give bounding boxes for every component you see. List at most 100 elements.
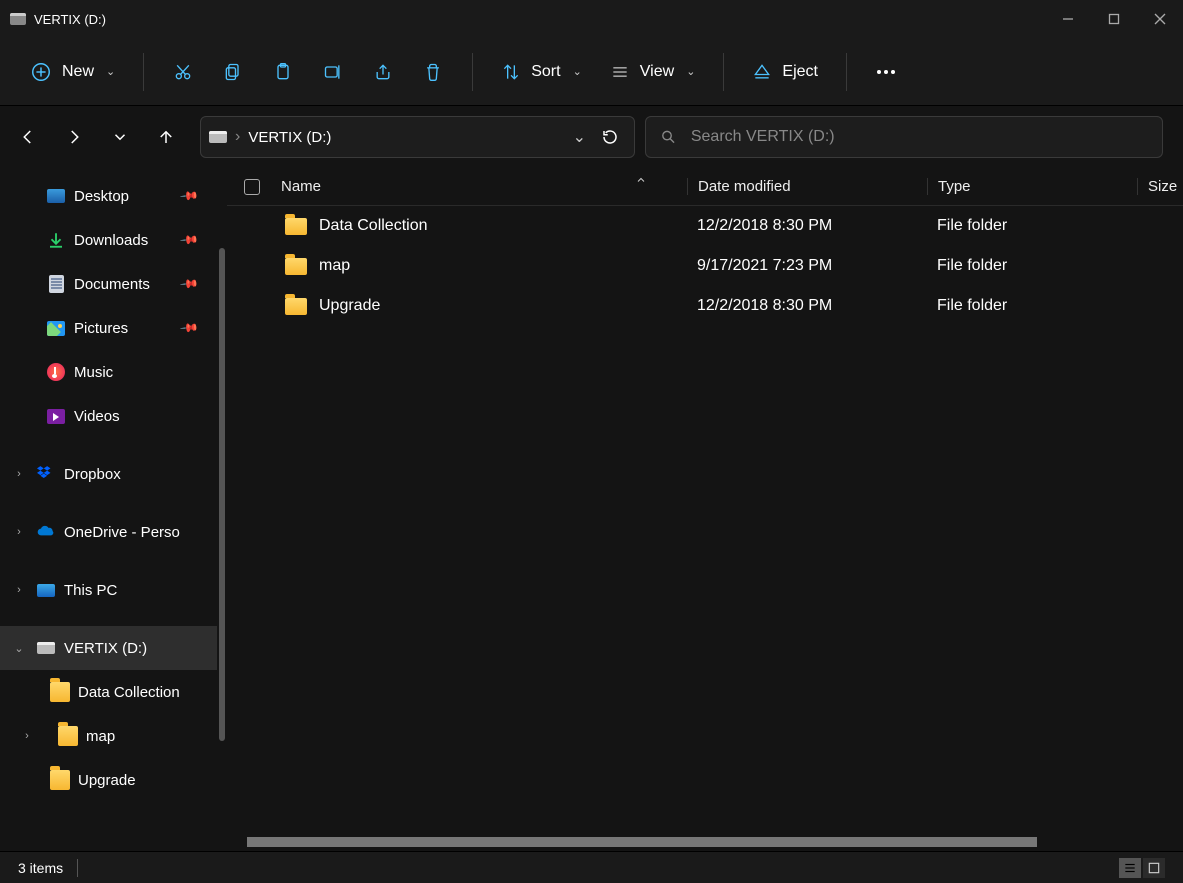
share-button[interactable] [360, 52, 406, 92]
search-box[interactable] [645, 116, 1163, 158]
toolbar: New ⌄ Sort ⌄ View ⌄ Eject [0, 38, 1183, 106]
search-icon [660, 128, 677, 146]
breadcrumb[interactable]: VERTIX (D:) [248, 129, 331, 146]
sidebar-item-datacollection[interactable]: Data Collection [0, 670, 217, 714]
maximize-button[interactable] [1091, 0, 1137, 38]
select-all-checkbox[interactable] [227, 179, 277, 195]
pin-icon: 📌 [179, 230, 199, 250]
sidebar-item-videos[interactable]: Videos [0, 394, 217, 438]
file-row[interactable]: map 9/17/2021 7:23 PM File folder [227, 246, 1183, 286]
expand-icon[interactable]: › [10, 526, 28, 538]
breadcrumb-separator: › [235, 128, 240, 146]
chevron-down-icon: ⌄ [573, 65, 582, 78]
chevron-down-icon: ⌄ [106, 65, 115, 78]
address-dropdown-icon[interactable]: ⌄ [573, 127, 586, 147]
column-header-row: Name Date modified Type Size [227, 168, 1183, 206]
more-icon [877, 70, 895, 74]
pin-icon: 📌 [179, 318, 199, 338]
refresh-button[interactable] [594, 117, 626, 157]
expand-icon[interactable]: › [10, 584, 28, 596]
eject-label: Eject [782, 63, 818, 81]
videos-icon [46, 406, 66, 426]
new-label: New [62, 63, 94, 81]
file-row[interactable]: Data Collection 12/2/2018 8:30 PM File f… [227, 206, 1183, 246]
column-header-name[interactable]: Name [277, 178, 687, 195]
close-button[interactable] [1137, 0, 1183, 38]
new-button[interactable]: New ⌄ [18, 52, 127, 92]
drive-icon [36, 638, 56, 658]
address-bar[interactable]: › VERTIX (D:) ⌄ [200, 116, 635, 158]
pictures-icon [46, 318, 66, 338]
rename-button[interactable] [310, 52, 356, 92]
up-button[interactable] [146, 117, 186, 157]
column-header-size[interactable]: Size [1137, 178, 1183, 195]
horizontal-scrollbar[interactable] [227, 833, 1183, 851]
paste-button[interactable] [260, 52, 306, 92]
minimize-button[interactable] [1045, 0, 1091, 38]
file-name: Upgrade [319, 297, 380, 315]
drive-icon [10, 13, 26, 25]
onedrive-icon [36, 522, 56, 542]
file-name: map [319, 257, 350, 275]
thumbnails-view-button[interactable] [1143, 858, 1165, 878]
sidebar-item-pictures[interactable]: Pictures 📌 [0, 306, 217, 350]
sidebar-item-documents[interactable]: Documents 📌 [0, 262, 217, 306]
more-button[interactable] [863, 52, 909, 92]
forward-button[interactable] [54, 117, 94, 157]
file-list: Name Date modified Type Size Data Collec… [227, 168, 1183, 851]
chevron-down-icon: ⌄ [686, 65, 695, 78]
titlebar: VERTIX (D:) [0, 0, 1183, 38]
sort-label: Sort [531, 63, 560, 81]
sidebar-item-downloads[interactable]: Downloads 📌 [0, 218, 217, 262]
sidebar-item-vertix[interactable]: ⌄ VERTIX (D:) [0, 626, 217, 670]
pin-icon: 📌 [179, 186, 199, 206]
back-button[interactable] [8, 117, 48, 157]
collapse-icon[interactable]: ⌄ [10, 642, 28, 655]
status-text: 3 items [18, 860, 63, 876]
sidebar: Desktop 📌 Downloads 📌 Documents 📌 Pictur… [0, 168, 227, 851]
sort-asc-icon [635, 174, 647, 186]
documents-icon [46, 274, 66, 294]
sidebar-item-music[interactable]: Music [0, 350, 217, 394]
folder-icon [285, 258, 307, 275]
sidebar-item-map[interactable]: › map [0, 714, 217, 758]
navigation-row: › VERTIX (D:) ⌄ [0, 106, 1183, 168]
column-header-type[interactable]: Type [927, 178, 1137, 195]
folder-icon [58, 726, 78, 746]
sidebar-item-dropbox[interactable]: › Dropbox [0, 452, 217, 496]
file-date: 12/2/2018 8:30 PM [687, 297, 927, 315]
view-label: View [640, 63, 674, 81]
delete-button[interactable] [410, 52, 456, 92]
details-view-button[interactable] [1119, 858, 1141, 878]
folder-icon [285, 298, 307, 315]
pin-icon: 📌 [179, 274, 199, 294]
column-header-date[interactable]: Date modified [687, 178, 927, 195]
folder-icon [285, 218, 307, 235]
recent-button[interactable] [100, 117, 140, 157]
expand-icon[interactable]: › [18, 730, 36, 742]
file-row[interactable]: Upgrade 12/2/2018 8:30 PM File folder [227, 286, 1183, 326]
sidebar-item-onedrive[interactable]: › OneDrive - Perso [0, 510, 217, 554]
sidebar-scrollbar[interactable] [217, 168, 227, 851]
eject-button[interactable]: Eject [740, 52, 830, 92]
folder-icon [50, 682, 70, 702]
cut-button[interactable] [160, 52, 206, 92]
desktop-icon [46, 186, 66, 206]
sidebar-item-thispc[interactable]: › This PC [0, 568, 217, 612]
sort-button[interactable]: Sort ⌄ [489, 52, 594, 92]
search-input[interactable] [691, 128, 1148, 146]
sidebar-item-upgrade[interactable]: Upgrade [0, 758, 217, 802]
pc-icon [36, 580, 56, 600]
file-date: 12/2/2018 8:30 PM [687, 217, 927, 235]
expand-icon[interactable]: › [10, 468, 28, 480]
sidebar-item-desktop[interactable]: Desktop 📌 [0, 174, 217, 218]
window-title: VERTIX (D:) [34, 12, 106, 27]
file-name: Data Collection [319, 217, 428, 235]
file-type: File folder [927, 297, 1137, 315]
dropbox-icon [36, 464, 56, 484]
view-button[interactable]: View ⌄ [598, 52, 708, 92]
copy-button[interactable] [210, 52, 256, 92]
file-type: File folder [927, 217, 1137, 235]
file-type: File folder [927, 257, 1137, 275]
drive-icon [209, 131, 227, 143]
